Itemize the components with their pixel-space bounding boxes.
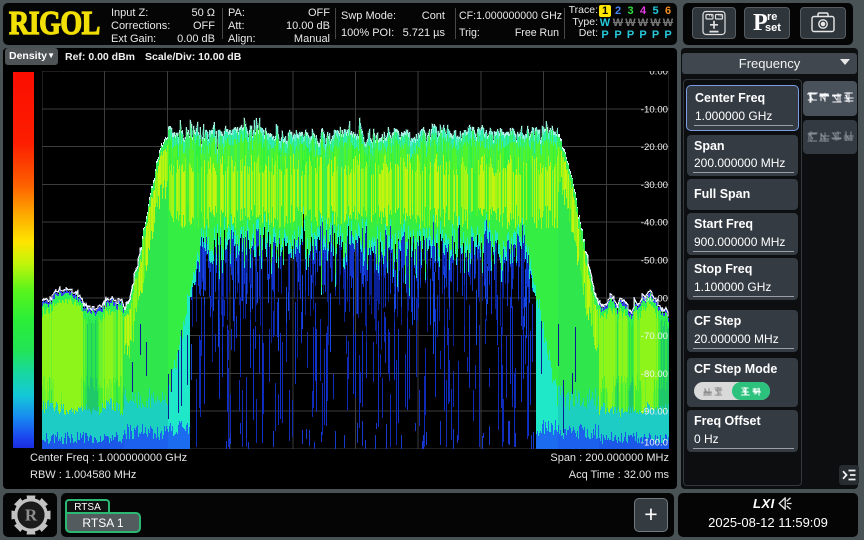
svg-text:-10.00: -10.00 [641,104,668,115]
svg-text:-20.00: -20.00 [641,142,668,153]
svg-text:0.00: 0.00 [649,71,668,78]
svg-text:-50.00: -50.00 [641,256,668,267]
svg-text:-30.00: -30.00 [641,180,668,191]
svg-text:-60.00: -60.00 [641,293,668,304]
svg-text:-100.0: -100.0 [641,438,668,449]
svg-text:-90.00: -90.00 [641,407,668,418]
svg-text:-40.00: -40.00 [641,218,668,229]
svg-text:R: R [25,506,38,525]
svg-text:-80.00: -80.00 [641,369,668,380]
svg-text:-70.00: -70.00 [641,331,668,342]
